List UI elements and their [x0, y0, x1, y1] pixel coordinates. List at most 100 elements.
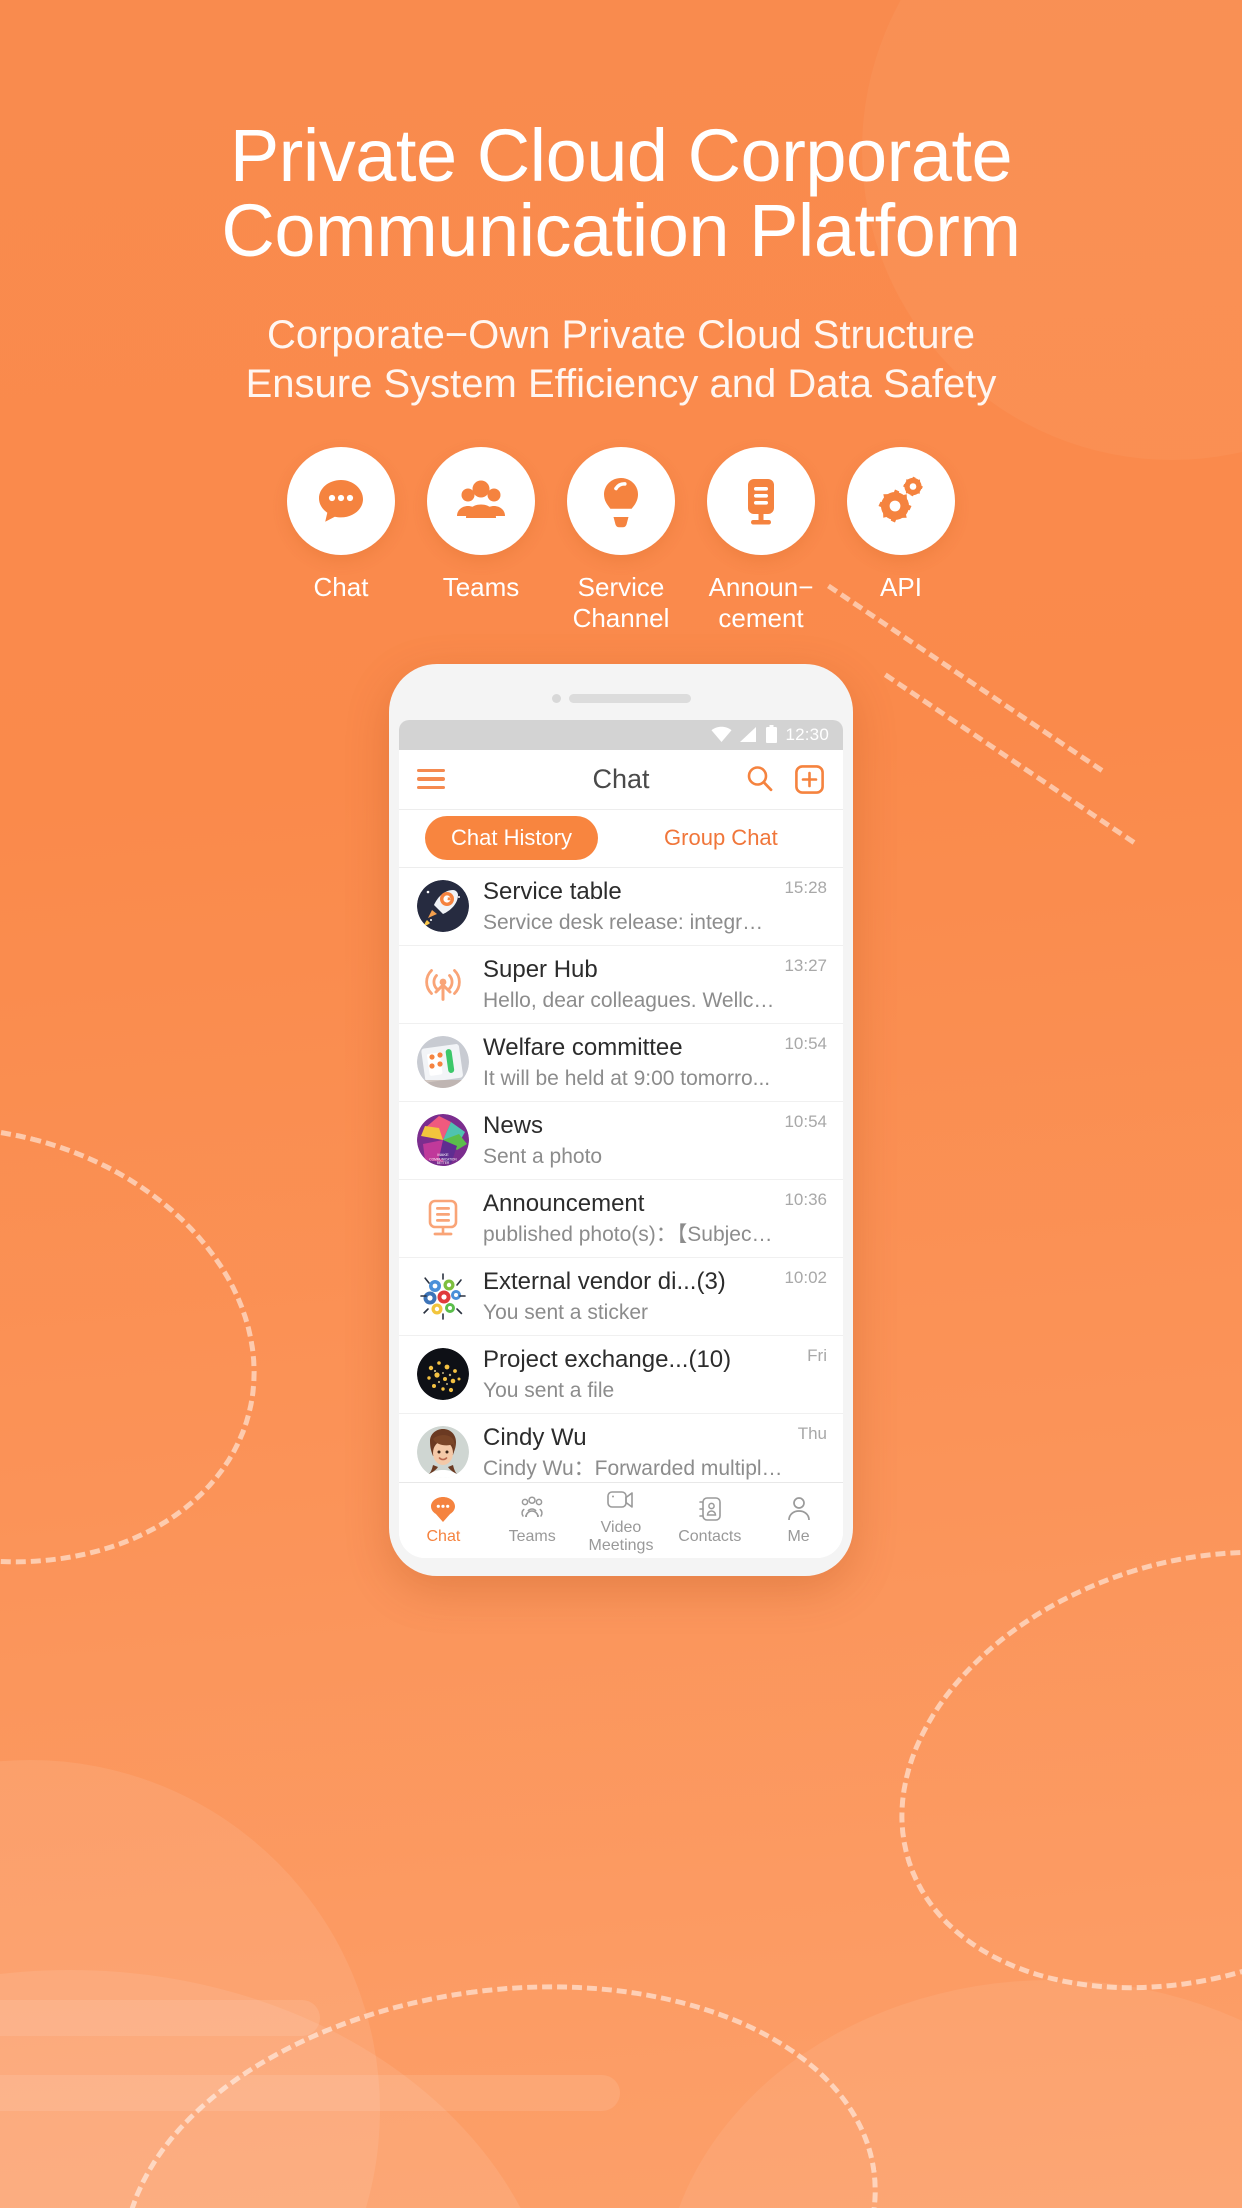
tab-chat-history[interactable]: Chat History: [425, 816, 599, 861]
nav-item-chat[interactable]: Chat: [399, 1494, 488, 1546]
portrait-photo-avatar: [417, 1426, 469, 1479]
signal-icon: [740, 727, 757, 743]
nav-item-me[interactable]: Me: [754, 1494, 843, 1546]
battery-icon: [766, 725, 778, 744]
svg-text:BETTER: BETTER: [437, 1161, 450, 1165]
background-blob-left-lower: [0, 1970, 560, 2208]
chat-item-time: 15:28: [784, 877, 827, 897]
chat-item-text: Announcement published photo(s)：【Subject…: [483, 1189, 774, 1248]
chat-item-preview: Sent a photo: [483, 1144, 603, 1168]
chat-list-item[interactable]: External vendor di...(3) You sent a stic…: [399, 1258, 843, 1336]
chat-item-preview: It will be held at 9:00 tomorro...: [483, 1066, 771, 1090]
feature-service-channel-circle: [567, 447, 675, 556]
search-icon[interactable]: [744, 763, 776, 795]
chat-bubble-icon: [319, 480, 363, 523]
feature-teams-label: Teams: [442, 572, 520, 603]
tab-group-chat[interactable]: Group Chat: [664, 825, 778, 851]
background-blob-right-lower: [662, 1980, 1242, 2208]
background-blob-left-hill: [0, 1760, 380, 2208]
chat-item-preview: Cindy Wu：Forwarded multiple...: [483, 1456, 788, 1480]
feature-chat-circle: [287, 447, 395, 556]
feature-announcement-label: Announ− cement: [708, 572, 814, 633]
chat-item-title: Welfare committee: [483, 1033, 683, 1061]
people-group-icon: [457, 480, 505, 519]
chat-item-time: 10:36: [784, 1189, 827, 1209]
chat-item-title: Announcement: [483, 1189, 645, 1217]
nav-item-video-meetings-label: Video Meetings: [588, 1519, 654, 1555]
feature-service-channel-label: Service Channel: [572, 572, 670, 633]
app-bar: Chat: [399, 749, 843, 810]
chat-list-item[interactable]: Service table Service desk release: inte…: [399, 868, 843, 946]
phone-speaker-row: [399, 692, 843, 706]
chat-item-time: 13:27: [784, 955, 827, 975]
chat-list[interactable]: Service table Service desk release: inte…: [399, 867, 843, 1482]
dashed-loop-bottom: [90, 1937, 910, 2208]
person-icon: [787, 1497, 810, 1521]
video-camera-icon: [607, 1491, 633, 1508]
feature-announcement[interactable]: Announ− cement: [691, 447, 831, 633]
chat-item-title: Cindy Wu: [483, 1423, 587, 1451]
chat-item-title: Service table: [483, 877, 622, 905]
feature-api-label: API: [880, 572, 922, 603]
contact-card-icon: [698, 1497, 721, 1521]
app-bar-actions: [744, 763, 825, 795]
page-subtitle-line2: Ensure System Efficiency and Data Safety: [245, 362, 997, 407]
chat-item-text: Cindy Wu Cindy Wu：Forwarded multiple...: [483, 1423, 788, 1482]
page-subtitle: Corporate−Own Private Cloud Structure En…: [0, 311, 1242, 409]
teams-icon: [521, 1496, 543, 1518]
nav-item-teams[interactable]: Teams: [488, 1494, 577, 1546]
add-plus-box-icon[interactable]: [794, 764, 825, 795]
nav-item-contacts-label: Contacts: [678, 1528, 742, 1546]
chat-item-time: Thu: [797, 1423, 827, 1443]
bottom-navigation-bar: Chat Teams Video Meetings Contacts Me: [399, 1481, 843, 1558]
phone-screen: 12:30 Chat Chat History Group Chat Servi…: [399, 719, 843, 1558]
chat-bubble-icon: [431, 1497, 456, 1523]
gears-cluster-avatar: [417, 1270, 469, 1323]
chat-item-preview: Service desk release: integrat...: [483, 910, 775, 934]
chat-list-item[interactable]: Announcement published photo(s)：【Subject…: [399, 1180, 843, 1258]
feature-icon-row: Chat Teams Service Channel Announ− cemen…: [0, 447, 1242, 633]
lightbulb-icon: [604, 478, 638, 528]
feature-api[interactable]: API: [831, 447, 971, 603]
chat-item-time: Fri: [807, 1345, 827, 1365]
chat-item-title: External vendor di...(3): [483, 1267, 726, 1295]
chat-item-time: 10:54: [784, 1111, 827, 1131]
nav-item-contacts[interactable]: Contacts: [665, 1494, 754, 1546]
chat-list-item[interactable]: Super Hub Hello, dear colleagues. Wellco…: [399, 946, 843, 1024]
chat-item-title: Project exchange...(10): [483, 1345, 732, 1373]
status-bar-time: 12:30: [785, 724, 829, 744]
status-bar: 12:30: [399, 719, 843, 750]
nav-item-me-label: Me: [787, 1528, 810, 1546]
page-title-line2: Communication Platform: [221, 189, 1021, 273]
colorful-prism-avatar: MAKE COMMUNICATION BETTER: [417, 1114, 469, 1167]
night-lights-avatar: [417, 1348, 469, 1401]
feature-api-circle: [847, 447, 955, 556]
svg-text:MAKE: MAKE: [437, 1152, 449, 1157]
chat-item-text: Service table Service desk release: inte…: [483, 877, 774, 936]
feature-service-channel[interactable]: Service Channel: [551, 447, 691, 633]
phone-mockup: 12:30 Chat Chat History Group Chat Servi…: [389, 663, 853, 1576]
chat-item-preview: You sent a sticker: [483, 1300, 648, 1324]
chat-list-item[interactable]: MAKE COMMUNICATION BETTER News Sent a ph…: [399, 1102, 843, 1180]
chat-item-title: Super Hub: [483, 955, 598, 983]
broadcast-tower-icon: [417, 958, 469, 1011]
chat-item-text: Project exchange...(10) You sent a file: [483, 1345, 797, 1404]
announcement-board-icon: [417, 1192, 469, 1245]
chat-list-item[interactable]: Project exchange...(10) You sent a file …: [399, 1336, 843, 1414]
hamburger-menu-icon[interactable]: [417, 768, 445, 790]
chat-list-item[interactable]: Welfare committee It will be held at 9:0…: [399, 1024, 843, 1102]
chat-item-title: News: [483, 1111, 544, 1139]
feature-teams[interactable]: Teams: [411, 447, 551, 603]
chat-item-time: 10:02: [784, 1267, 827, 1287]
chat-list-item[interactable]: Cindy Wu Cindy Wu：Forwarded multiple... …: [399, 1414, 843, 1482]
earpiece-grille: [568, 694, 691, 704]
wifi-icon: [711, 726, 732, 743]
feature-teams-circle: [427, 447, 535, 556]
chat-tabs: Chat History Group Chat: [399, 809, 843, 868]
page-subtitle-line1: Corporate−Own Private Cloud Structure: [266, 312, 976, 357]
feature-chat[interactable]: Chat: [271, 447, 411, 603]
background-bar-lower: [0, 2075, 620, 2111]
chat-item-text: Super Hub Hello, dear colleagues. Wellco…: [483, 955, 774, 1014]
feature-chat-label: Chat: [313, 572, 369, 603]
nav-item-video-meetings[interactable]: Video Meetings: [577, 1485, 666, 1555]
